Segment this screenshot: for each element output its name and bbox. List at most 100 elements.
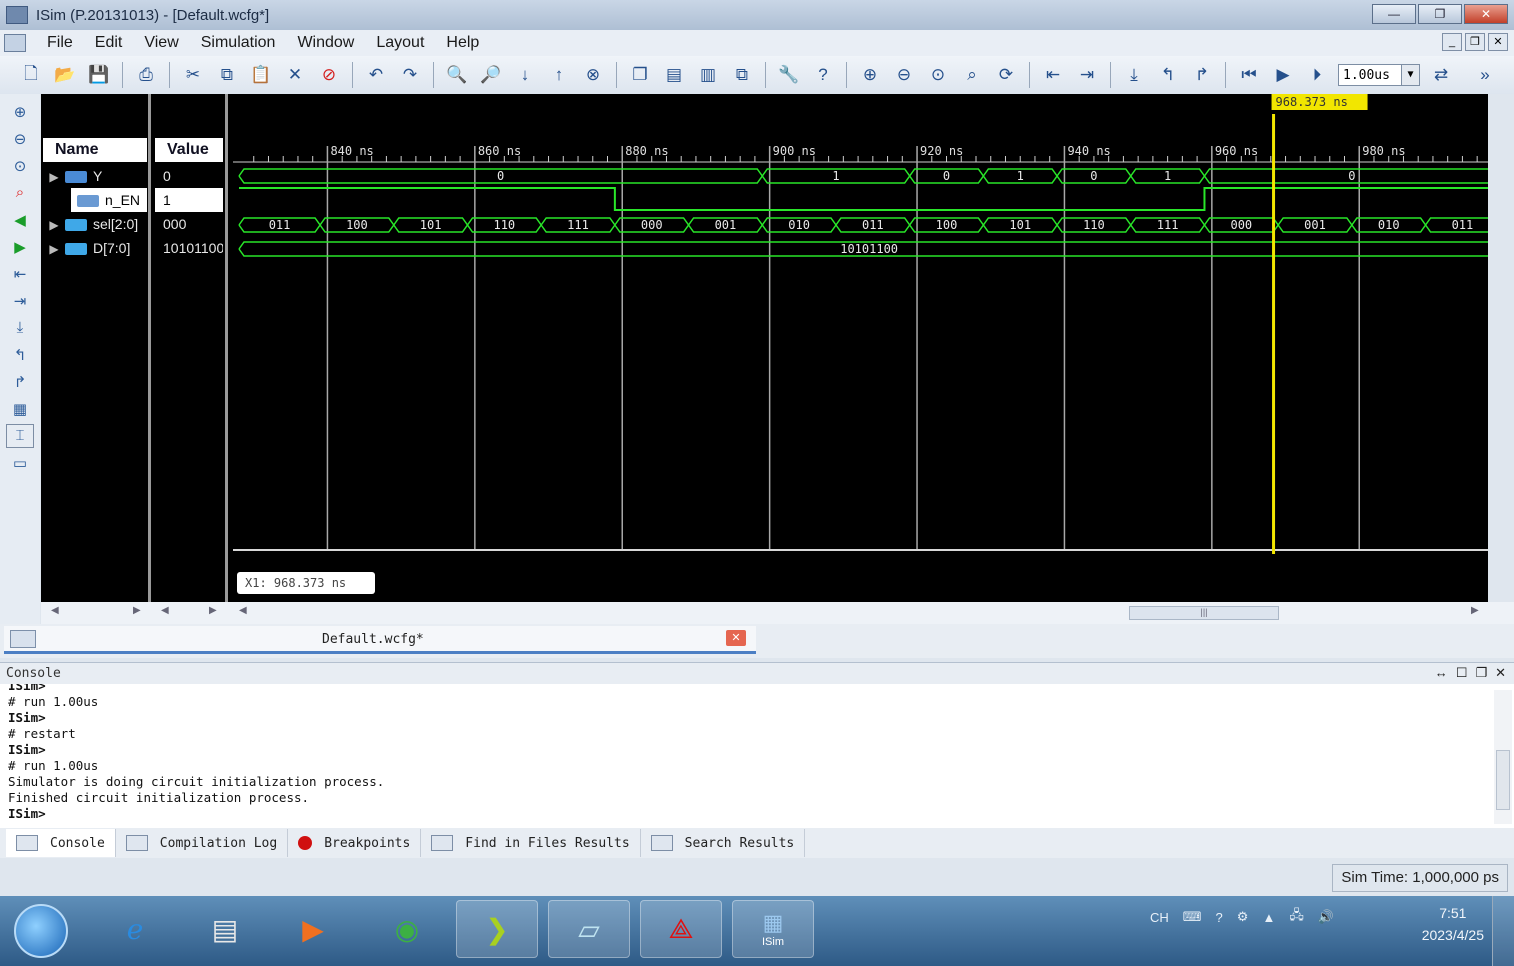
zoom-in-icon[interactable]: ⊕: [6, 100, 34, 124]
tile-vertical-icon[interactable]: ▥: [695, 62, 721, 88]
expand-arrow-icon[interactable]: ▶: [43, 165, 65, 188]
redo-icon[interactable]: ↷: [397, 62, 423, 88]
step-out-icon[interactable]: ↱: [1189, 62, 1215, 88]
step-over-icon[interactable]: ↰: [1155, 62, 1181, 88]
scroll-right-icon[interactable]: ▶: [133, 605, 141, 616]
tab-find-in-files-results[interactable]: Find in Files Results: [421, 829, 641, 857]
menu-window[interactable]: Window: [286, 34, 365, 52]
tray-expand-icon[interactable]: ▲: [1262, 910, 1275, 925]
refresh-icon[interactable]: ⟳: [993, 62, 1019, 88]
close-icon[interactable]: ✕: [1495, 665, 1506, 681]
console-prompt[interactable]: ISim>: [8, 806, 1514, 822]
run-all-icon[interactable]: ▶: [1270, 62, 1296, 88]
tab-console[interactable]: Console: [6, 829, 116, 857]
document-viewer-icon[interactable]: ▱: [548, 900, 630, 958]
step-time-unit-icon[interactable]: ⇄: [1428, 62, 1454, 88]
help-icon[interactable]: ?: [1216, 910, 1223, 925]
doc-minimize-button[interactable]: _: [1442, 33, 1462, 51]
divider-icon[interactable]: ▭: [6, 451, 34, 475]
find-in-files-icon[interactable]: 🔎: [478, 62, 504, 88]
find-previous-icon[interactable]: ↑: [546, 62, 572, 88]
print-icon[interactable]: ⎙: [133, 62, 159, 88]
close-button[interactable]: ✕: [1464, 4, 1508, 24]
expand-arrow-icon[interactable]: ▶: [43, 237, 65, 260]
internet-explorer-icon[interactable]: ℯ: [94, 900, 176, 958]
doc-restore-button[interactable]: ❐: [1465, 33, 1485, 51]
step-icon[interactable]: ⤓: [1121, 62, 1147, 88]
waveform-scrollbar[interactable]: ◀ ▶ ◀ ▶ ◀ ||| ▶: [41, 602, 1514, 624]
minimize-button[interactable]: —: [1372, 4, 1416, 24]
toolbar-overflow-icon[interactable]: »: [1472, 62, 1498, 88]
floating-ruler-icon[interactable]: ▦: [6, 397, 34, 421]
maximize-icon[interactable]: ☐: [1456, 665, 1468, 681]
go-to-previous-marker-icon[interactable]: ◀: [6, 208, 34, 232]
media-player-icon[interactable]: ▶: [272, 900, 354, 958]
chrome-icon[interactable]: ◉: [366, 900, 448, 958]
waveform-canvas[interactable]: 840 ns 860 ns 880 ns 900 ns 920 ns 940 ns 960 …: [233, 94, 1488, 602]
settings-icon[interactable]: ⚙: [1237, 909, 1249, 925]
menu-view[interactable]: View: [133, 34, 189, 52]
find-icon[interactable]: 🔍: [444, 62, 470, 88]
scrollbar-thumb[interactable]: [1496, 750, 1510, 810]
resize-icon[interactable]: ↔: [1435, 665, 1448, 681]
scrollbar-thumb[interactable]: |||: [1129, 606, 1279, 620]
column-splitter[interactable]: [148, 94, 151, 602]
menu-layout[interactable]: Layout: [365, 34, 435, 52]
cut-icon[interactable]: ✂: [180, 62, 206, 88]
keyboard-icon[interactable]: ⌨: [1183, 909, 1202, 925]
next-transition-icon[interactable]: ⇥: [1074, 62, 1100, 88]
menu-edit[interactable]: Edit: [84, 34, 134, 52]
file-explorer-icon[interactable]: ▤: [184, 900, 266, 958]
tab-default-wcfg[interactable]: Default.wcfg* ✕: [4, 626, 756, 654]
save-icon[interactable]: 💾: [86, 62, 112, 88]
run-time-field[interactable]: 1.00us ▼: [1338, 64, 1420, 86]
swap-cursors-icon[interactable]: ↰: [6, 343, 34, 367]
acrobat-icon[interactable]: ⟁: [640, 900, 722, 958]
value-column-header[interactable]: Value: [155, 138, 223, 162]
find-next-icon[interactable]: ↓: [512, 62, 538, 88]
menu-help[interactable]: Help: [435, 34, 490, 52]
zoom-out-icon[interactable]: ⊖: [891, 62, 917, 88]
menu-simulation[interactable]: Simulation: [190, 34, 287, 52]
menu-file[interactable]: File: [36, 34, 84, 52]
tab-search-results[interactable]: Search Results: [641, 829, 806, 857]
maximize-button[interactable]: ❐: [1418, 4, 1462, 24]
chevron-down-icon[interactable]: ▼: [1401, 65, 1419, 85]
zoom-cursor-icon[interactable]: ⌕: [959, 62, 985, 88]
zoom-fit-icon[interactable]: ⊙: [6, 154, 34, 178]
xilinx-ise-icon[interactable]: ❯: [456, 900, 538, 958]
paste-icon[interactable]: 📋: [248, 62, 274, 88]
console-output[interactable]: ISim> # run 1.00us ISim> # restart ISim>…: [0, 684, 1514, 828]
toggle-windows-icon[interactable]: ⧉: [729, 62, 755, 88]
stop-icon[interactable]: ⊘: [316, 62, 342, 88]
zoom-out-icon[interactable]: ⊖: [6, 127, 34, 151]
column-splitter[interactable]: [225, 94, 228, 602]
tile-horizontal-icon[interactable]: ▤: [661, 62, 687, 88]
start-button[interactable]: [14, 904, 68, 958]
scroll-left-icon[interactable]: ◀: [51, 605, 59, 616]
run-for-time-icon[interactable]: ⏵: [1304, 62, 1330, 88]
signal-row-sel[interactable]: ▶ sel[2:0]: [43, 212, 147, 236]
scroll-right-icon[interactable]: ▶: [1471, 605, 1479, 616]
scroll-right-icon[interactable]: ▶: [209, 605, 217, 616]
doc-close-button[interactable]: ✕: [1488, 33, 1508, 51]
go-to-next-marker-icon[interactable]: ▶: [6, 235, 34, 259]
previous-transition-icon[interactable]: ⇤: [1040, 62, 1066, 88]
next-transition-icon[interactable]: ⇥: [6, 289, 34, 313]
zoom-in-icon[interactable]: ⊕: [857, 62, 883, 88]
add-marker-icon[interactable]: ⤓: [6, 316, 34, 340]
volume-icon[interactable]: 🔊: [1318, 909, 1334, 925]
expand-arrow-icon[interactable]: ▶: [43, 213, 65, 236]
previous-transition-icon[interactable]: ⇤: [6, 262, 34, 286]
signal-row-d[interactable]: ▶ D[7:0]: [43, 236, 147, 260]
scroll-left-icon[interactable]: ◀: [161, 605, 169, 616]
close-icon[interactable]: ✕: [726, 630, 746, 646]
tab-compilation-log[interactable]: Compilation Log: [116, 829, 289, 857]
document-icon[interactable]: [4, 34, 26, 52]
clear-search-icon[interactable]: ⊗: [580, 62, 606, 88]
cursor-mode-icon[interactable]: ⌶: [6, 423, 34, 448]
show-desktop-button[interactable]: [1492, 896, 1514, 966]
restart-icon[interactable]: ⏮: [1236, 62, 1262, 88]
float-icon[interactable]: ❐: [1475, 665, 1487, 681]
new-file-icon[interactable]: 🗋: [18, 62, 44, 88]
